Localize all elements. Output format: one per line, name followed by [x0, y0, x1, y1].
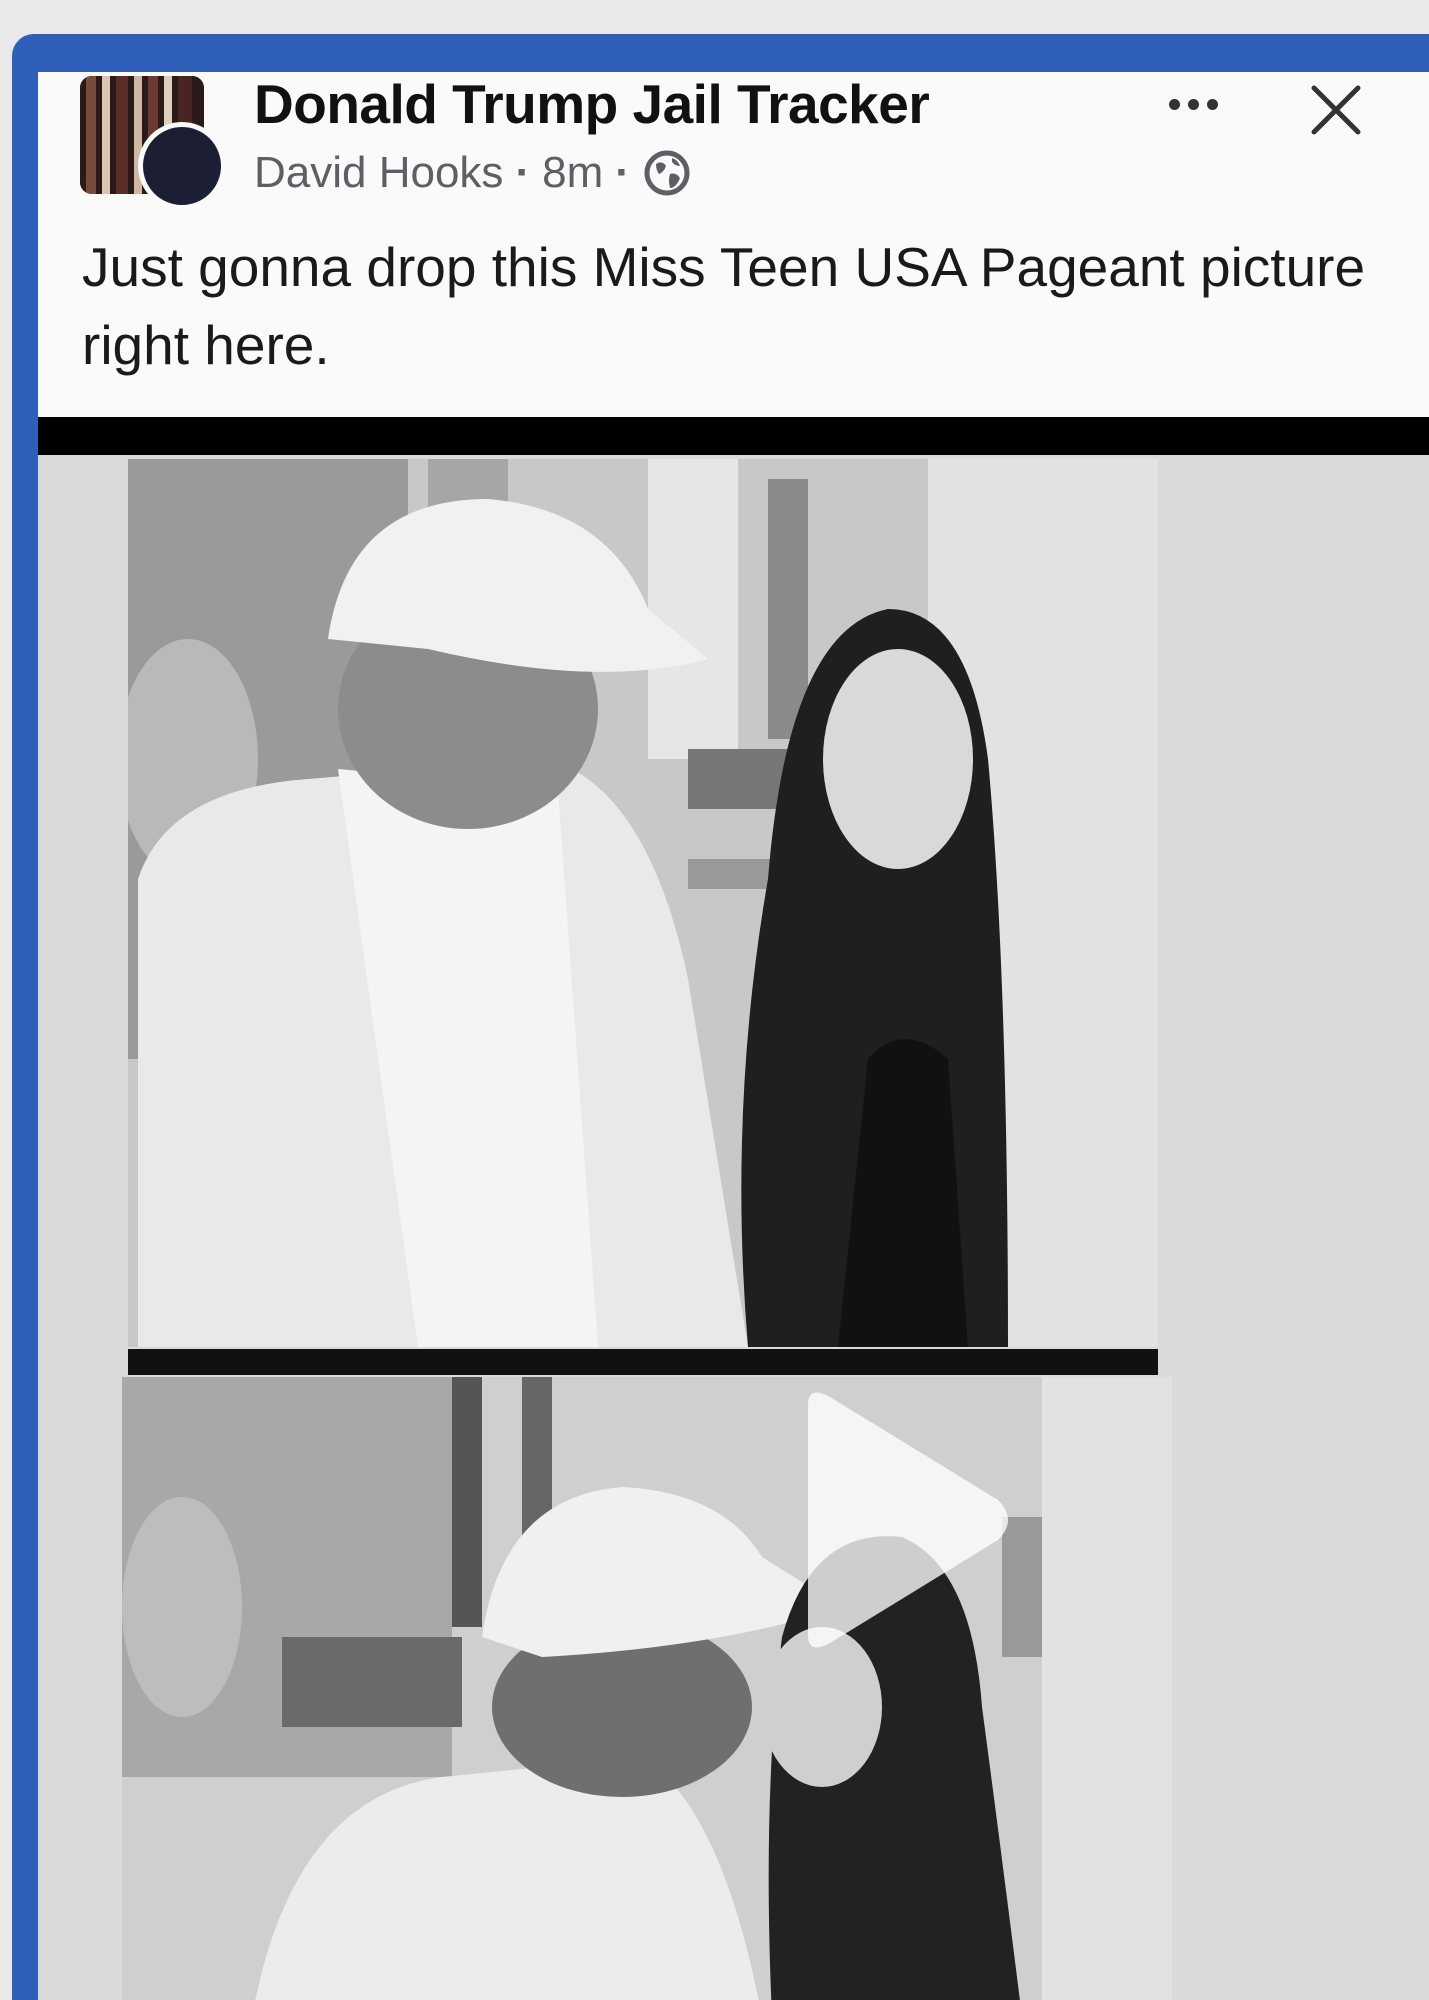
post-card: Donald Trump Jail Tracker David Hooks · …: [38, 72, 1429, 2000]
woman-face: [823, 649, 973, 869]
globe-icon: [642, 148, 692, 198]
post-header: Donald Trump Jail Tracker David Hooks · …: [38, 72, 1429, 417]
post-timestamp[interactable]: 8m: [542, 148, 603, 198]
group-name-link[interactable]: Donald Trump Jail Tracker: [254, 72, 930, 136]
more-options-icon[interactable]: [1158, 84, 1228, 124]
user-avatar[interactable]: [138, 122, 226, 210]
photo-top: [128, 459, 1158, 1347]
post-video[interactable]: [38, 455, 1429, 2000]
meta-separator: ·: [515, 148, 531, 197]
post-avatars[interactable]: [80, 76, 226, 210]
media-top-bar: [38, 417, 1429, 455]
play-icon[interactable]: [778, 1385, 1018, 1655]
meta-separator: ·: [615, 148, 630, 197]
post-text: Just gonna drop this Miss Teen USA Pagea…: [82, 236, 1366, 376]
close-icon[interactable]: [1304, 78, 1368, 142]
author-name-link[interactable]: David Hooks: [254, 148, 503, 198]
background-person: [122, 1497, 242, 1717]
post-meta: David Hooks · 8m ·: [254, 148, 692, 198]
photo-divider: [128, 1349, 1158, 1375]
